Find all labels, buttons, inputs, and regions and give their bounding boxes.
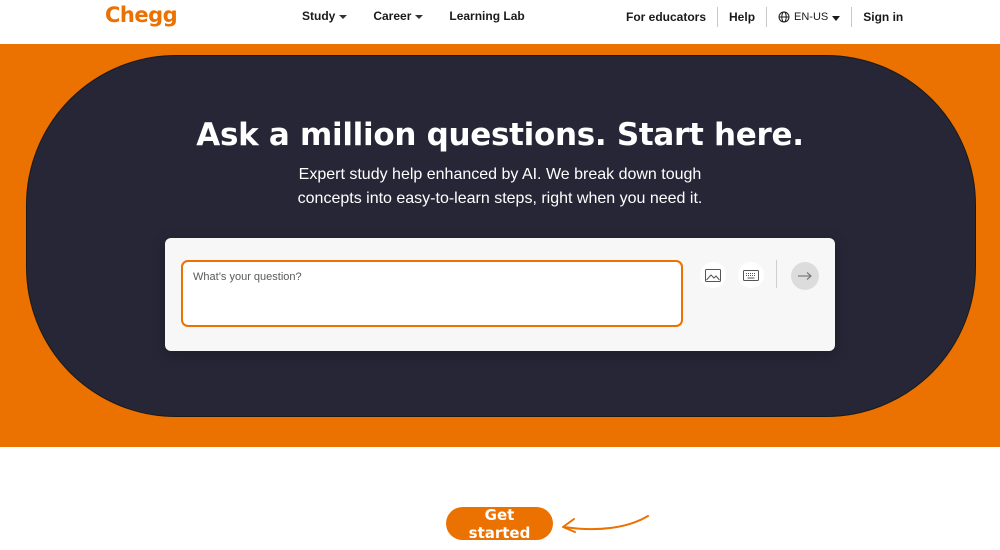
- nav-study-menu[interactable]: Study: [302, 9, 348, 23]
- header-right-links: For educators Help EN-US Sign in: [626, 7, 903, 27]
- help-link[interactable]: Help: [729, 10, 755, 24]
- chevron-down-icon: [339, 15, 348, 19]
- nav-career-label: Career: [373, 9, 412, 23]
- image-upload-icon: [705, 268, 721, 282]
- nav-learning-lab-link[interactable]: Learning Lab: [449, 9, 524, 23]
- arrow-right-icon: [798, 272, 812, 280]
- hero-title: Ask a million questions. Start here.: [196, 117, 804, 153]
- divider: [851, 7, 853, 27]
- globe-icon: [778, 11, 790, 23]
- question-box: [165, 238, 835, 351]
- hero-subtitle-line-2: concepts into easy-to-learn steps, right…: [297, 190, 703, 207]
- nav-career-menu[interactable]: Career: [373, 9, 424, 23]
- image-upload-button[interactable]: [700, 262, 726, 288]
- divider: [766, 7, 768, 27]
- for-educators-link[interactable]: For educators: [626, 10, 706, 24]
- sign-in-link[interactable]: Sign in: [863, 10, 903, 24]
- hand-drawn-arrow-icon: [562, 515, 649, 533]
- hero-panel: [26, 55, 976, 417]
- divider: [776, 260, 777, 288]
- nav-study-label: Study: [302, 9, 336, 23]
- main-nav: Study Career Learning Lab: [302, 9, 525, 23]
- math-keyboard-button[interactable]: [738, 262, 764, 288]
- hero-subtitle-line-1: Expert study help enhanced by AI. We bre…: [298, 166, 702, 183]
- language-selector[interactable]: EN-US: [778, 11, 841, 23]
- language-label: EN-US: [794, 11, 829, 23]
- nav-learning-lab-label: Learning Lab: [449, 9, 525, 23]
- chevron-down-icon: [415, 15, 424, 19]
- chegg-logo[interactable]: Chegg: [105, 3, 178, 27]
- caret-down-icon: [832, 15, 841, 21]
- top-navigation: Chegg Study Career Learning Lab For educ…: [0, 0, 1000, 44]
- keyboard-icon: [743, 269, 759, 281]
- question-input[interactable]: [181, 260, 683, 327]
- get-started-button[interactable]: Get started: [446, 506, 553, 542]
- submit-question-button[interactable]: [791, 262, 819, 290]
- divider: [717, 7, 719, 27]
- hero-subtitle: Expert study help enhanced by AI. We bre…: [0, 163, 1000, 211]
